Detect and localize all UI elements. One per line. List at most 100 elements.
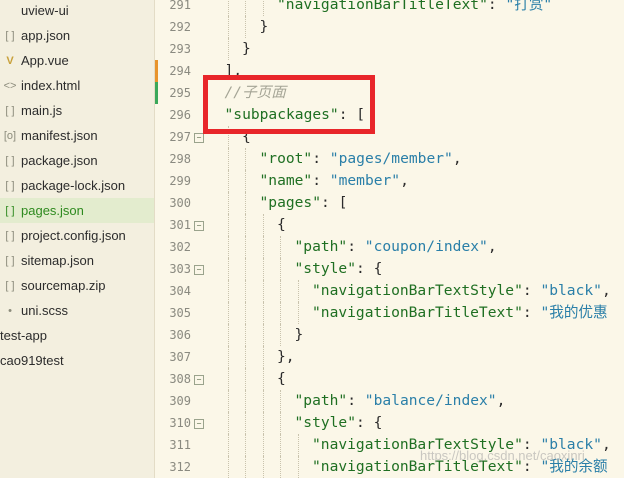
code-token-key: "root" [259,150,313,167]
sidebar-item-label: pages.json [21,203,84,218]
code-token-punct: , [601,282,611,299]
fold-toggle-icon[interactable]: − [194,375,204,385]
sidebar-item-manifest-json[interactable]: [o] manifest.json [0,123,154,148]
fold-toggle-icon[interactable]: − [194,133,204,143]
code-line[interactable]: "style": { [295,412,383,434]
indent-guide [245,456,246,478]
indent-guide [280,412,281,434]
sidebar-item-main-js[interactable]: [ ] main.js [0,98,154,123]
sidebar-item-uni-scss[interactable]: • uni.scss [0,298,154,323]
sidebar-item-label: package.json [21,153,98,168]
indent-guide [227,258,229,280]
sidebar-item-app-json[interactable]: [ ] app.json [0,23,154,48]
fold-toggle-icon[interactable]: − [194,221,204,231]
code-token-str: "black" [540,282,602,299]
code-token-key: "style" [294,414,357,431]
indent-guide [262,434,264,456]
code-token-punct: , [400,172,409,189]
indent-guide [227,368,229,390]
sidebar-item-project-config-json[interactable]: [ ] project.config.json [0,223,154,248]
sidebar-item-label: manifest.json [21,128,98,143]
line-number: 303 [169,262,191,276]
code-token-punct: } [242,40,251,57]
code-token-key: "navigationBarTitleText" [277,0,488,13]
sidebar-item-test-app[interactable]: test-app [0,323,154,348]
code-editor[interactable]: "navigationBarTitleText": "打赏"}}],//子页面 "… [207,0,624,478]
fold-toggle-icon[interactable]: − [194,419,204,429]
code-token-punct: }, [277,348,295,365]
sidebar-item-app-vue[interactable]: V App.vue [0,48,154,73]
json-file-icon: [ ] [5,229,15,242]
indent-guide [280,236,281,258]
indent-guide [297,280,299,302]
code-line[interactable]: "name": "member", [260,170,409,192]
code-line[interactable]: "path": "balance/index", [295,390,506,412]
line-number: 310 [169,416,191,430]
sidebar-item-label: App.vue [21,53,69,68]
sidebar-item-index-html[interactable]: <> index.html [0,73,154,98]
indent-guide [227,38,229,60]
indent-guide [297,302,299,324]
indent-guide [245,302,246,324]
indent-guide [227,236,229,258]
code-line[interactable]: } [242,38,251,60]
code-token-punct: : [312,172,330,189]
code-token-key: "style" [294,260,357,277]
line-number: 312 [169,460,191,474]
sidebar-item-sitemap-json[interactable]: [ ] sitemap.json [0,248,154,273]
sidebar-item-label: index.html [21,78,81,93]
line-number: 297 [169,130,191,144]
code-token-str: "pages/member" [329,150,453,167]
code-line[interactable]: "root": "pages/member", [260,148,462,170]
indent-guide [297,434,299,456]
code-line[interactable]: "pages": [ [260,192,348,214]
indent-guide [245,214,246,236]
sidebar-item-label: sitemap.json [21,253,94,268]
indent-guide [245,390,246,412]
code-line[interactable]: "navigationBarTitleText": "打赏" [277,0,552,16]
code-line[interactable]: "navigationBarTextStyle": "black", [312,280,611,302]
code-line[interactable]: { [277,368,286,390]
sidebar-item-uview-ui[interactable]: uview-ui [0,0,154,23]
code-line[interactable]: "path": "coupon/index", [295,236,497,258]
js-file-icon: [ ] [5,104,15,117]
indent-guide [245,170,246,192]
indent-guide [262,412,264,434]
sidebar-item-pages-json[interactable]: [ ] pages.json [0,198,154,223]
indent-guide [280,434,281,456]
indent-guide [245,280,246,302]
indent-guide [245,346,246,368]
sidebar-item-package-json[interactable]: [ ] package.json [0,148,154,173]
json-file-icon: [ ] [5,179,15,192]
indent-guide [262,390,264,412]
sidebar-item-label: package-lock.json [21,178,126,193]
indent-guide [262,346,264,368]
json-file-icon: [ ] [5,204,15,217]
code-token-str: "我的优惠 [540,304,608,321]
code-line[interactable]: } [295,324,304,346]
code-token-punct: : [347,238,365,255]
code-line[interactable]: } [260,16,269,38]
code-line[interactable]: "navigationBarTitleText": "我的优惠 [312,302,608,324]
fold-toggle-icon[interactable]: − [194,265,204,275]
code-line[interactable]: { [277,214,286,236]
indent-guide [297,456,299,478]
line-number: 298 [169,152,191,166]
code-token-punct: : [487,0,506,13]
indent-guide [227,412,229,434]
sidebar-item-label: sourcemap.zip [21,278,106,293]
code-token-punct: { [277,216,286,233]
file-explorer-sidebar: uview-ui [ ] app.json V App.vue <> index.html [… [0,0,155,478]
code-token-punct: , [601,436,611,453]
indent-guide [227,280,229,302]
sidebar-item-cao919test[interactable]: cao919test [0,348,154,373]
code-line[interactable]: "style": { [295,258,383,280]
line-number: 291 [169,0,191,12]
indent-guide [227,456,229,478]
sidebar-item-package-lock-json[interactable]: [ ] package-lock.json [0,173,154,198]
zip-file-icon: [ ] [5,279,15,292]
change-bar-orange [155,60,158,82]
sidebar-item-sourcemap-zip[interactable]: [ ] sourcemap.zip [0,273,154,298]
code-line[interactable]: }, [277,346,295,368]
line-number: 304 [169,284,191,298]
